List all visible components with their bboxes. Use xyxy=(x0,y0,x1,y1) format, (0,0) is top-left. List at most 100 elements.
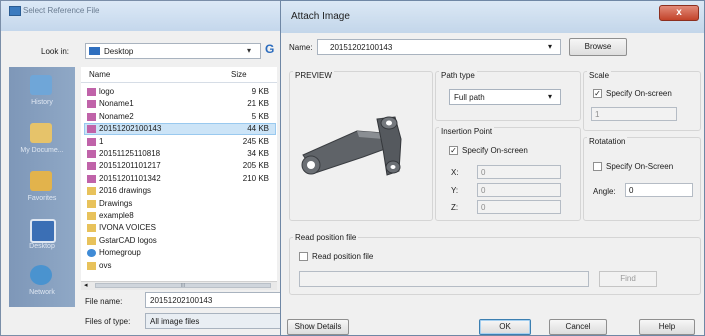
folder-icon xyxy=(87,236,96,245)
file-name: 20151201101217 xyxy=(99,161,161,171)
image-file-icon xyxy=(87,100,96,109)
file-name: 2016 drawings xyxy=(99,186,152,196)
file-row[interactable]: 20151201101342 210 KB xyxy=(85,174,275,184)
image-file-icon xyxy=(87,174,96,183)
angle-input[interactable]: 0 xyxy=(625,183,693,197)
rotation-group xyxy=(583,137,701,221)
scale-specify-checkbox[interactable]: ✓ xyxy=(593,89,602,98)
file-row[interactable]: logo 9 KB xyxy=(85,87,275,97)
show-details-button[interactable]: Show Details xyxy=(287,319,349,335)
file-row[interactable]: GstarCAD logos xyxy=(85,236,275,246)
file-name: logo xyxy=(99,87,115,96)
file-name-input[interactable]: 20151202100143 xyxy=(145,292,285,308)
file-row[interactable]: ovs xyxy=(85,261,275,271)
close-button[interactable]: x xyxy=(659,5,699,21)
file-row[interactable]: IVONA VOICES xyxy=(85,223,275,233)
file-list[interactable]: Name Size logo 9 KB Noname1 21 KB Noname2 5 K… xyxy=(81,67,277,281)
file-name: 20151202100143 xyxy=(99,124,162,134)
select-reference-file-dialog: Select Reference File Look in: Desktop ▾… xyxy=(0,0,286,336)
x-input[interactable]: 0 xyxy=(477,165,561,179)
file-row[interactable]: 20151125110818 34 KB xyxy=(85,149,275,159)
insertion-specify-checkbox[interactable]: ✓ xyxy=(449,146,458,155)
file-row[interactable]: 20151202100143 44 KB xyxy=(84,123,276,136)
favorites-icon xyxy=(30,171,52,191)
scale-input[interactable]: 1 xyxy=(591,107,677,121)
file-type-label: Files of type: xyxy=(85,317,131,326)
z-label: Z: xyxy=(451,203,459,212)
ok-button[interactable]: OK xyxy=(479,319,531,335)
folder-icon xyxy=(87,187,96,196)
file-name: Drawings xyxy=(99,198,133,208)
file-name: ovs xyxy=(99,260,112,270)
help-button[interactable]: Help xyxy=(639,319,695,335)
file-size: 205 KB xyxy=(242,161,269,171)
file-name: Noname2 xyxy=(99,111,134,121)
title-bar: Attach Image x xyxy=(281,1,704,33)
horizontal-scrollbar[interactable]: ◂ III xyxy=(81,281,277,290)
file-size: 5 KB xyxy=(251,111,269,121)
file-type-dropdown[interactable]: All image files xyxy=(145,313,285,329)
file-size: 21 KB xyxy=(247,99,269,109)
place-label: My Docume... xyxy=(20,147,64,154)
file-name: GstarCAD logos xyxy=(99,235,157,245)
my-documents-icon xyxy=(30,123,52,143)
image-file-icon xyxy=(87,137,96,146)
z-input[interactable]: 0 xyxy=(477,200,561,214)
place-favorites[interactable]: Favorites xyxy=(9,167,75,211)
place-my-documents[interactable]: My Docume... xyxy=(9,119,75,163)
attach-image-dialog: Attach Image x Name: 20151202100143 ▾ Br… xyxy=(280,0,705,336)
browse-button[interactable]: Browse xyxy=(569,38,627,56)
place-label: Favorites xyxy=(27,195,57,202)
preview-label: PREVIEW xyxy=(293,71,334,80)
back-navigation-icon[interactable]: G xyxy=(265,42,277,56)
image-file-icon xyxy=(87,162,96,171)
places-bar: History My Docume... Favorites Desktop N… xyxy=(9,67,75,307)
dialog-title: Select Reference File xyxy=(23,6,100,15)
file-row[interactable]: 20151201101217 205 KB xyxy=(85,161,275,171)
insertion-point-label: Insertion Point xyxy=(439,127,495,136)
scale-label: Scale xyxy=(587,71,612,80)
chevron-down-icon: ▾ xyxy=(548,42,553,51)
look-in-dropdown[interactable]: Desktop ▾ xyxy=(85,43,261,59)
file-row[interactable]: Noname2 5 KB xyxy=(85,112,275,122)
scale-group xyxy=(583,71,701,131)
file-name: 20151125110818 xyxy=(99,149,161,158)
scroll-thumb[interactable]: III xyxy=(95,283,271,289)
place-history[interactable]: History xyxy=(9,71,75,115)
scroll-left-icon[interactable]: ◂ xyxy=(84,281,88,289)
image-file-icon xyxy=(87,112,96,121)
column-header-name[interactable]: Name xyxy=(89,70,110,79)
find-button[interactable]: Find xyxy=(599,271,657,287)
look-in-value: Desktop xyxy=(104,47,134,56)
network-icon xyxy=(30,265,52,285)
column-header-size[interactable]: Size xyxy=(231,70,247,79)
path-type-dropdown[interactable]: Full path ▾ xyxy=(449,89,561,105)
file-row[interactable]: 2016 drawings xyxy=(85,186,275,196)
chevron-down-icon: ▾ xyxy=(548,92,553,101)
file-row[interactable]: Drawings xyxy=(85,199,275,209)
image-file-icon xyxy=(87,125,96,134)
path-type-value: Full path xyxy=(454,93,485,102)
rotation-specify-checkbox[interactable] xyxy=(593,162,602,171)
read-position-path-input[interactable] xyxy=(299,271,589,287)
cancel-button[interactable]: Cancel xyxy=(549,319,607,335)
file-row[interactable]: Noname1 21 KB xyxy=(85,99,275,109)
y-input[interactable]: 0 xyxy=(477,183,561,197)
image-file-icon xyxy=(87,150,96,158)
file-row[interactable]: 1 245 KB xyxy=(85,137,275,147)
header-divider xyxy=(81,82,277,83)
file-row[interactable]: example8 xyxy=(85,211,275,221)
place-desktop[interactable]: Desktop xyxy=(9,215,75,259)
angle-label: Angle: xyxy=(593,187,616,196)
name-value: 20151202100143 xyxy=(330,43,393,52)
look-in-label: Look in: xyxy=(41,47,70,56)
file-size: 34 KB xyxy=(247,149,269,158)
place-label: History xyxy=(31,99,53,106)
file-row[interactable]: Homegroup xyxy=(85,248,275,258)
name-dropdown[interactable]: 20151202100143 ▾ xyxy=(317,39,561,55)
scale-specify-label: Specify On-screen xyxy=(606,89,672,98)
read-position-checkbox[interactable] xyxy=(299,252,308,261)
place-network[interactable]: Network xyxy=(9,261,75,305)
history-icon xyxy=(30,75,52,95)
place-label: Desktop xyxy=(29,243,55,250)
